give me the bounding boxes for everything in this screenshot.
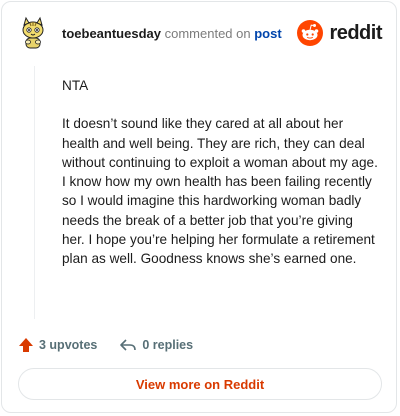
comment-embed-card: toebeantuesday commented on post reddit … [1, 1, 397, 413]
view-more-button[interactable]: View more on Reddit [18, 368, 382, 400]
reddit-wordmark: reddit [329, 21, 382, 44]
comment-actions: 3 upvotes 0 replies [18, 334, 193, 356]
thread-line [34, 66, 35, 319]
post-link[interactable]: post [254, 26, 281, 41]
upvote-button[interactable]: 3 upvotes [18, 337, 97, 353]
comment-paragraph: It doesn’t sound like they cared at all … [62, 116, 378, 267]
reply-arrow-icon [120, 339, 137, 351]
upvote-count: 3 upvotes [39, 338, 98, 352]
comment-meta: toebeantuesday commented on post [62, 26, 282, 41]
username-link[interactable]: toebeantuesday [62, 26, 161, 41]
comment-paragraph: NTA [62, 78, 89, 93]
comment-body: NTA It doesn’t sound like they cared at … [62, 76, 378, 288]
upvote-arrow-icon [19, 338, 33, 352]
snoo-avatar-icon [22, 16, 44, 49]
commented-on-text: commented on [164, 26, 251, 41]
reddit-logo-icon [297, 20, 324, 46]
comment-header: toebeantuesday commented on post reddit [2, 2, 396, 62]
reply-count: 0 replies [142, 338, 194, 352]
reply-button[interactable]: 0 replies [119, 337, 193, 353]
reddit-brand[interactable]: reddit [297, 20, 382, 46]
user-avatar[interactable] [18, 16, 48, 50]
